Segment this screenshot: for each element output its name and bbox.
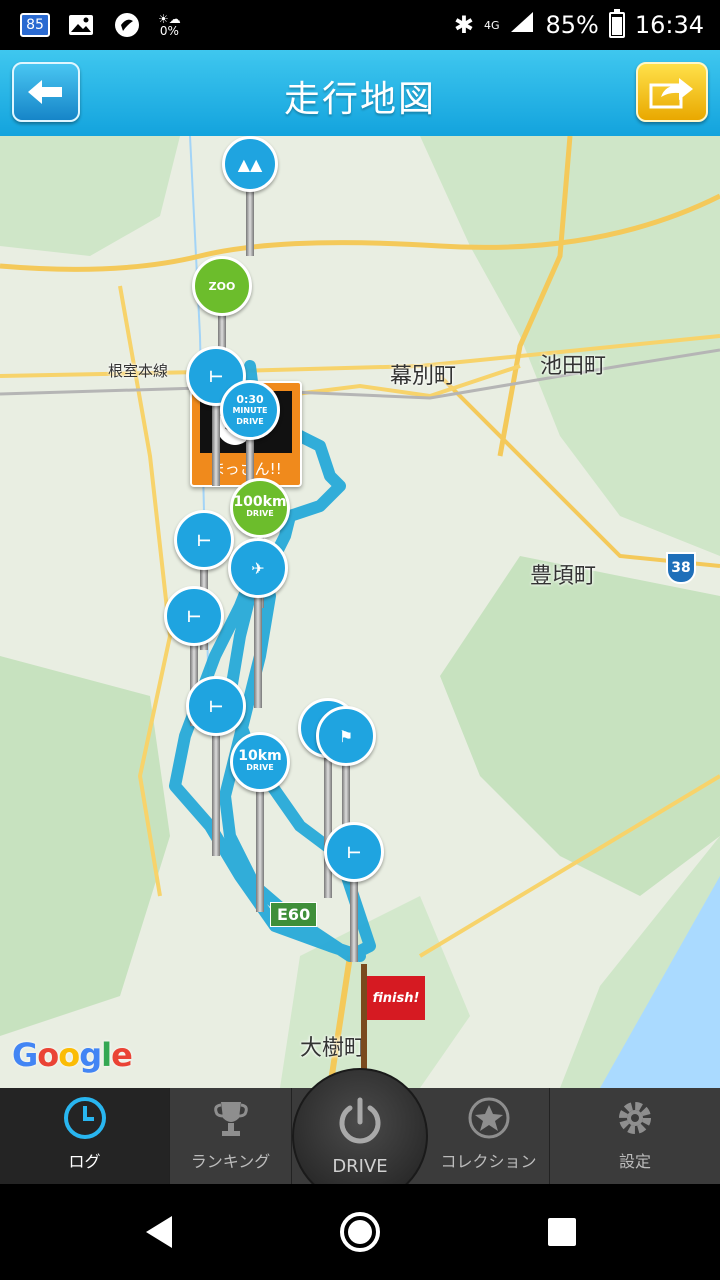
place-label-ikeda: 池田町 xyxy=(540,354,607,379)
bottom-tab-bar: ログ ランキング DRIVE コレクション 設定 xyxy=(0,1068,720,1204)
drive-100-value: 100km xyxy=(233,494,287,510)
finish-label: finish! xyxy=(372,990,420,1006)
weather-indicator: ☀☁ 0% xyxy=(158,13,181,37)
rail-label: 根室本線 xyxy=(108,362,169,380)
tree-icon: ▲▲ xyxy=(222,136,278,192)
network-type: 4G xyxy=(483,18,500,32)
tab-settings-label: 設定 xyxy=(618,1152,651,1171)
share-arrow-icon xyxy=(649,78,693,109)
power-icon xyxy=(339,1097,381,1143)
pin-pole xyxy=(350,872,358,962)
battery-icon xyxy=(608,9,625,38)
route-shield: 38 xyxy=(666,552,696,584)
zoo-label: ZOO xyxy=(208,279,236,293)
tab-collection[interactable]: コレクション xyxy=(428,1088,550,1184)
drive-map[interactable]: 根室本線 幕別町 池田町 豊頃町 大樹町 38 E60 ▲▲ まっさん!! ZO… xyxy=(0,136,720,1088)
google-logo: Google xyxy=(12,1036,133,1074)
tab-log[interactable]: ログ xyxy=(0,1088,170,1184)
drive-label: DRIVE xyxy=(332,1155,388,1177)
pin-pole xyxy=(256,782,264,912)
system-nav-bar xyxy=(0,1184,720,1280)
place-label-toyokoro: 豊頃町 xyxy=(530,564,597,589)
nav-recents-button[interactable] xyxy=(540,1210,584,1254)
car-icon: 10km DRIVE xyxy=(230,732,290,792)
map-canvas xyxy=(0,136,720,1088)
clock: 16:34 xyxy=(634,11,704,39)
zoo-icon: ZOO xyxy=(192,256,252,316)
signal-icon xyxy=(509,10,535,40)
tab-ranking-label: ランキング xyxy=(190,1152,271,1171)
timer-icon: 0:30 MINUTE DRIVE xyxy=(220,380,280,440)
gallery-icon xyxy=(66,12,96,38)
junction-icon: ⊢ xyxy=(324,822,384,882)
weather-text: 0% xyxy=(159,24,179,38)
bluetooth-icon: ✱ xyxy=(453,11,474,39)
notification-badge: 85 xyxy=(20,13,50,37)
minute-drive-sub: MINUTE DRIVE xyxy=(232,405,268,426)
pin-pole xyxy=(212,726,220,856)
pin-pole xyxy=(212,396,220,486)
square-recents-icon xyxy=(548,1218,576,1246)
nav-home-button[interactable] xyxy=(338,1210,382,1254)
junction-icon: ⊢ xyxy=(174,510,234,570)
battery-percent: 85% xyxy=(545,11,599,39)
nav-back-button[interactable] xyxy=(138,1210,182,1254)
tab-ranking[interactable]: ランキング xyxy=(170,1088,292,1184)
minute-drive-value: 0:30 xyxy=(236,392,264,406)
tab-settings[interactable]: 設定 xyxy=(550,1088,720,1184)
finish-flag-icon: finish! xyxy=(367,976,425,1020)
app-header: 走行地図 xyxy=(0,50,720,136)
drive-10-value: 10km xyxy=(238,748,282,764)
place-label-makubetsu: 幕別町 xyxy=(390,364,457,389)
page-title: 走行地図 xyxy=(283,79,436,120)
clock-icon xyxy=(63,1096,107,1140)
junction-icon: ⊢ xyxy=(164,586,224,646)
junction-icon: ⊢ xyxy=(186,676,246,736)
checkered-flag-icon: ⚑ xyxy=(316,706,376,766)
star-badge-icon xyxy=(467,1096,511,1140)
app-icon xyxy=(112,12,142,38)
tab-collection-label: コレクション xyxy=(440,1152,537,1171)
share-button[interactable] xyxy=(636,62,708,122)
gear-icon xyxy=(613,1096,657,1140)
car-icon: 100km DRIVE xyxy=(230,478,290,538)
tab-log-label: ログ xyxy=(68,1152,101,1171)
circle-home-icon xyxy=(340,1212,380,1252)
status-bar: 85 ☀☁ 0% ✱ 4G 85% 16:34 xyxy=(0,0,720,50)
airplane-icon: ✈ xyxy=(228,538,288,598)
pin-pole xyxy=(254,588,262,708)
expressway-shield: E60 xyxy=(270,902,318,927)
trophy-icon xyxy=(209,1096,253,1140)
triangle-back-icon xyxy=(146,1216,172,1248)
pin-pole xyxy=(324,748,332,898)
